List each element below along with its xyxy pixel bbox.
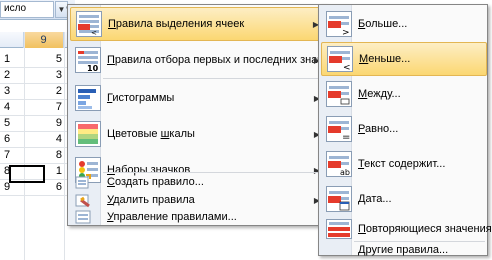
data-bars-icon bbox=[75, 85, 101, 111]
number-format-box[interactable]: исло bbox=[0, 1, 54, 18]
menu-item-more-rules[interactable]: Другие правила... bbox=[321, 242, 487, 258]
top-bottom-icon: 10 bbox=[75, 47, 101, 73]
cell[interactable]: 2 bbox=[32, 85, 62, 97]
menu-item-color-scales[interactable]: Цветовые шкалы ▶ bbox=[70, 117, 326, 151]
menu-item-date-occurring[interactable]: Дата... bbox=[321, 182, 487, 216]
svg-text:ab: ab bbox=[340, 168, 350, 176]
menu-item-manage-rules[interactable]: Управление правилами... bbox=[70, 208, 326, 226]
label-text: ата... bbox=[365, 193, 392, 205]
cell[interactable]: 4 bbox=[32, 133, 62, 145]
label-text: еньше... bbox=[368, 53, 411, 65]
label-text: ежду... bbox=[367, 88, 401, 100]
label-text: калы bbox=[169, 128, 195, 140]
less-than-icon: < bbox=[327, 46, 353, 73]
label-text: ругие правила... bbox=[365, 244, 449, 256]
cell[interactable]: 6 bbox=[4, 133, 24, 145]
between-icon bbox=[326, 81, 352, 107]
label-text: Цветовые bbox=[107, 128, 161, 140]
label-text: ольше... bbox=[365, 18, 408, 30]
svg-text:>: > bbox=[342, 28, 350, 36]
table-row[interactable]: 64 bbox=[0, 132, 75, 148]
ribbon-strip: исло ▼ ⌐ bbox=[0, 0, 75, 20]
label-hotkey: Р bbox=[358, 123, 365, 135]
table-row[interactable]: 32 bbox=[0, 84, 75, 100]
menu-item-highlight-cell-rules[interactable]: < Правила выделения ячеек ▶ bbox=[70, 7, 326, 41]
table-row[interactable]: 23 bbox=[0, 68, 75, 84]
svg-text:<: < bbox=[343, 63, 351, 71]
menu-item-data-bars[interactable]: Гистограммы ▶ bbox=[70, 81, 326, 115]
table-row[interactable]: 47 bbox=[0, 100, 75, 116]
cell[interactable]: 3 bbox=[32, 69, 62, 81]
cell[interactable]: 5 bbox=[32, 53, 62, 65]
label-hotkey: П bbox=[108, 18, 116, 30]
label-text: равила отбора первых и последних значени… bbox=[114, 54, 348, 66]
new-rule-icon bbox=[75, 174, 91, 190]
table-row[interactable]: 15 bbox=[0, 52, 75, 68]
label-hotkey: П bbox=[107, 54, 115, 66]
menu-item-between[interactable]: Между... bbox=[321, 77, 487, 111]
label-text: авно... bbox=[364, 123, 399, 135]
label-text: правление правилами... bbox=[113, 211, 237, 223]
svg-text:10: 10 bbox=[87, 64, 99, 72]
menu-item-greater-than[interactable]: > Больше... bbox=[321, 7, 487, 41]
menu-item-top-bottom-rules[interactable]: 10 Правила отбора первых и последних зна… bbox=[70, 43, 347, 77]
date-icon bbox=[326, 186, 352, 212]
menu-item-duplicate-values[interactable]: Повторяющиеся значения... bbox=[321, 217, 492, 241]
column-header[interactable]: 9 bbox=[24, 32, 64, 48]
label-hotkey: П bbox=[358, 223, 366, 235]
cell[interactable]: 5 bbox=[4, 117, 24, 129]
table-row[interactable]: 59 bbox=[0, 116, 75, 132]
cell[interactable]: 4 bbox=[4, 101, 24, 113]
label-text: равила выделения ячеек bbox=[115, 18, 245, 30]
conditional-formatting-menu: < Правила выделения ячеек ▶ 10 Правила о… bbox=[67, 4, 347, 226]
text-contains-icon: ab bbox=[326, 151, 352, 177]
menu-item-clear-rules[interactable]: Удалить правила ▶ bbox=[70, 191, 326, 209]
worksheet-grid: 9 15 23 32 47 59 64 78 81 96 bbox=[0, 20, 75, 260]
label-hotkey: М bbox=[359, 53, 369, 65]
greater-than-icon: > bbox=[326, 11, 352, 38]
menu-item-new-rule[interactable]: Создать правило... bbox=[70, 173, 326, 191]
cell[interactable]: 7 bbox=[4, 149, 24, 161]
duplicate-values-icon bbox=[326, 219, 352, 239]
highlight-cells-icon: < bbox=[76, 11, 102, 37]
column-header[interactable] bbox=[0, 32, 24, 48]
menu-item-less-than[interactable]: < Меньше... bbox=[321, 42, 487, 76]
highlight-cells-submenu: > Больше... < Меньше... Между... = Равно… bbox=[318, 4, 492, 258]
table-row[interactable]: 78 bbox=[0, 148, 75, 164]
label-text: екст содержит... bbox=[364, 158, 446, 170]
label-text: далить правила bbox=[113, 194, 195, 206]
color-scales-icon bbox=[75, 121, 101, 147]
active-cell-selection[interactable] bbox=[9, 165, 45, 183]
label-hotkey: М bbox=[358, 88, 368, 100]
clear-rules-icon bbox=[75, 192, 91, 208]
menu-item-equal-to[interactable]: = Равно... bbox=[321, 112, 487, 146]
cell[interactable]: 9 bbox=[32, 117, 62, 129]
label-text: истограммы bbox=[112, 92, 175, 104]
cell[interactable]: 3 bbox=[4, 85, 24, 97]
label-text: овторяющиеся значения... bbox=[365, 223, 492, 235]
svg-text:<: < bbox=[91, 29, 97, 36]
cell[interactable]: 2 bbox=[4, 69, 24, 81]
cell[interactable]: 7 bbox=[32, 101, 62, 113]
menu-item-text-contains[interactable]: ab Текст содержит... bbox=[321, 147, 487, 181]
manage-rules-icon bbox=[75, 209, 91, 225]
label-text: оздать правило... bbox=[114, 176, 204, 188]
svg-text:=: = bbox=[342, 132, 350, 141]
menu-separator bbox=[103, 78, 324, 79]
cell[interactable]: 1 bbox=[4, 53, 24, 65]
equal-to-icon: = bbox=[326, 116, 352, 143]
cell[interactable]: 8 bbox=[32, 149, 62, 161]
label-hotkey: С bbox=[107, 176, 115, 188]
